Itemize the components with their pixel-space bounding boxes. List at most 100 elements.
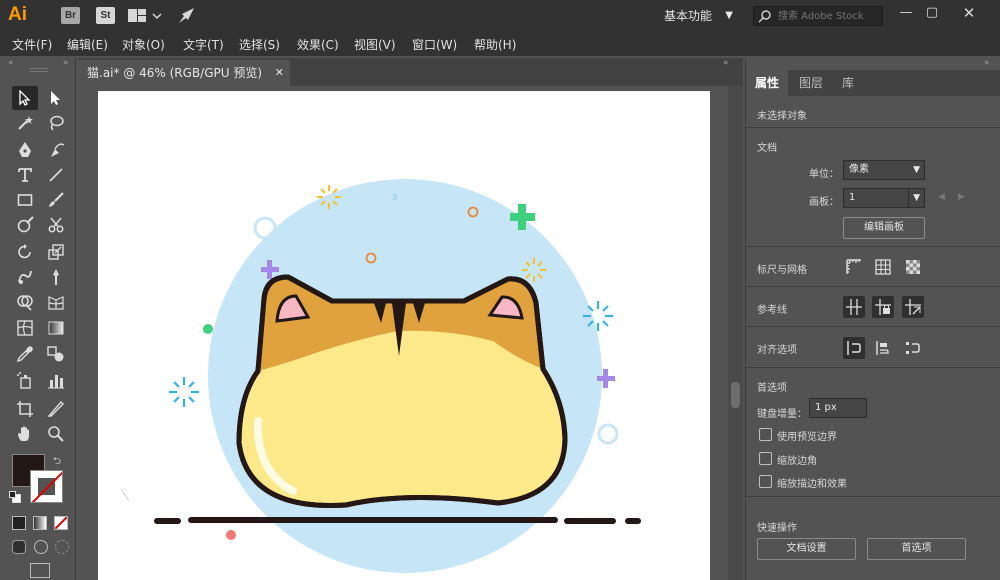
- close-tab-icon[interactable]: ✕: [275, 60, 284, 86]
- smart-guides-icon[interactable]: [902, 296, 924, 318]
- vertical-scrollbar[interactable]: [728, 86, 743, 580]
- magic-wand-tool-icon[interactable]: [12, 111, 38, 135]
- menu-window[interactable]: 窗口(W): [412, 36, 457, 53]
- keyboard-increment-value: 1 px: [815, 402, 837, 413]
- menu-view[interactable]: 视图(V): [354, 36, 396, 53]
- paintbrush-tool-icon[interactable]: [43, 188, 69, 212]
- rulers-icon[interactable]: [843, 256, 865, 278]
- swap-fill-stroke-icon[interactable]: ⮌: [53, 454, 61, 471]
- show-guides-icon[interactable]: [843, 296, 865, 318]
- blend-tool-icon[interactable]: [43, 342, 69, 366]
- menu-file[interactable]: 文件(F): [12, 36, 52, 53]
- shape-builder-tool-icon[interactable]: [12, 290, 38, 314]
- menu-select[interactable]: 选择(S): [239, 36, 280, 53]
- gradient-mode-icon[interactable]: [33, 516, 47, 530]
- scale-corners-checkbox[interactable]: [759, 452, 772, 465]
- lock-guides-icon[interactable]: [872, 296, 894, 318]
- gpu-performance-icon[interactable]: [176, 6, 196, 29]
- selection-tool-icon[interactable]: [12, 86, 38, 110]
- document-setup-button[interactable]: 文档设置: [757, 538, 856, 560]
- keyboard-increment-label: 键盘增量：: [757, 409, 807, 420]
- properties-panel: » 属性 图层 库 未选择对象 文档 单位： 像素 ▼ 画板： 1 ▼ ◀ ▶ …: [745, 58, 1000, 580]
- tab-layers[interactable]: 图层: [790, 70, 832, 96]
- rectangle-tool-icon[interactable]: [12, 188, 38, 212]
- transparency-grid-icon[interactable]: [902, 256, 924, 278]
- menu-object[interactable]: 对象(O): [122, 36, 165, 53]
- curvature-tool-icon[interactable]: [43, 138, 69, 162]
- restore-button[interactable]: ▢: [920, 3, 944, 23]
- menu-edit[interactable]: 编辑(E): [67, 36, 108, 53]
- menu-help[interactable]: 帮助(H): [474, 36, 516, 53]
- chevron-down-icon: ▼: [725, 10, 733, 21]
- cat-illustration: [120, 179, 641, 573]
- artboard-tool-icon[interactable]: [12, 397, 38, 421]
- use-preview-bounds-checkbox[interactable]: [759, 428, 772, 441]
- puppet-warp-tool-icon[interactable]: [43, 265, 69, 289]
- gradient-tool-icon[interactable]: [43, 316, 69, 340]
- canvas[interactable]: [78, 86, 728, 580]
- symbol-sprayer-tool-icon[interactable]: [12, 369, 38, 393]
- column-graph-tool-icon[interactable]: [43, 369, 69, 393]
- tab-properties[interactable]: 属性: [746, 70, 789, 96]
- expand-panel-icon[interactable]: »: [984, 58, 990, 68]
- align-to-artboard-icon[interactable]: [902, 337, 924, 359]
- collapse-icon[interactable]: «: [8, 58, 14, 68]
- menu-type[interactable]: 文字(T): [183, 36, 224, 53]
- warp-tool-icon[interactable]: [12, 265, 38, 289]
- grid-icon[interactable]: [872, 256, 894, 278]
- perspective-grid-tool-icon[interactable]: [43, 290, 69, 314]
- zoom-tool-icon[interactable]: [43, 422, 69, 446]
- color-mode-icon[interactable]: [12, 516, 26, 530]
- draw-inside-icon[interactable]: [55, 540, 69, 554]
- chevron-down-icon: ▼: [913, 165, 920, 175]
- slice-tool-icon[interactable]: [43, 397, 69, 421]
- stock-button[interactable]: St: [96, 7, 115, 24]
- expand-icon[interactable]: »: [63, 58, 69, 68]
- close-button[interactable]: ✕: [957, 3, 981, 23]
- align-to-selection-icon[interactable]: [843, 337, 865, 359]
- artboard[interactable]: [98, 91, 710, 580]
- panel-tabs: 属性 图层 库: [746, 70, 1000, 96]
- unit-dropdown[interactable]: 像素 ▼: [843, 160, 925, 180]
- draw-behind-icon[interactable]: [34, 540, 48, 554]
- preferences-button[interactable]: 首选项: [867, 538, 966, 560]
- stroke-swatch[interactable]: [30, 470, 63, 503]
- type-tool-icon[interactable]: [12, 163, 38, 187]
- document-tab[interactable]: 猫.ai* @ 46% (RGB/GPU 预览) ✕: [78, 60, 290, 86]
- document-section-title: 文档: [757, 143, 777, 154]
- direct-selection-tool-icon[interactable]: [43, 86, 69, 110]
- scale-tool-icon[interactable]: [43, 240, 69, 264]
- artboard-dropdown[interactable]: 1 ▼: [843, 188, 925, 208]
- eyedropper-tool-icon[interactable]: [12, 342, 38, 366]
- preferences-section: 首选项 键盘增量： 1 px 使用预览边界 缩放边角 缩放描边和效果: [746, 368, 1000, 497]
- rotate-tool-icon[interactable]: [12, 240, 38, 264]
- next-artboard-icon[interactable]: ▶: [958, 192, 965, 202]
- mesh-tool-icon[interactable]: [12, 316, 38, 340]
- stock-search-input[interactable]: [778, 8, 878, 24]
- toolbar-grip[interactable]: [30, 68, 48, 72]
- hand-tool-icon[interactable]: [12, 422, 38, 446]
- bridge-button[interactable]: Br: [61, 7, 80, 24]
- draw-normal-icon[interactable]: [12, 540, 26, 554]
- pen-tool-icon[interactable]: [12, 138, 38, 162]
- scissors-tool-icon[interactable]: [43, 213, 69, 237]
- screen-mode-icon[interactable]: [30, 563, 50, 578]
- stock-search[interactable]: [753, 6, 883, 26]
- none-mode-icon[interactable]: [54, 516, 68, 530]
- arrange-documents-icon[interactable]: [128, 8, 162, 27]
- scale-strokes-effects-checkbox[interactable]: [759, 475, 772, 488]
- collapse-panels-icon[interactable]: «: [723, 58, 729, 68]
- edit-artboard-button[interactable]: 编辑画板: [843, 217, 925, 239]
- workspace-switcher[interactable]: 基本功能 ▼: [657, 4, 739, 28]
- minimize-button[interactable]: —: [894, 3, 918, 23]
- menu-effect[interactable]: 效果(C): [297, 36, 339, 53]
- scrollbar-thumb[interactable]: [731, 382, 740, 408]
- shaper-tool-icon[interactable]: [12, 213, 38, 237]
- lasso-tool-icon[interactable]: [43, 111, 69, 135]
- tab-libraries[interactable]: 库: [833, 70, 863, 96]
- line-segment-tool-icon[interactable]: [43, 163, 69, 187]
- keyboard-increment-input[interactable]: 1 px: [809, 398, 867, 418]
- align-to-key-object-icon[interactable]: [872, 337, 894, 359]
- previous-artboard-icon[interactable]: ◀: [938, 192, 945, 202]
- default-fill-stroke-icon[interactable]: [9, 491, 21, 503]
